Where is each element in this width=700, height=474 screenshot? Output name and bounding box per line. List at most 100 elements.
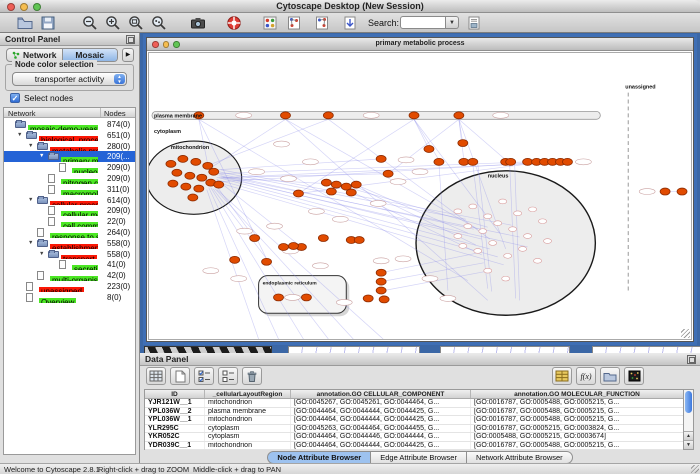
vizmapper-button[interactable] — [261, 14, 279, 32]
search-dropdown-button[interactable]: ▼ — [446, 16, 459, 29]
disclosure-triangle-icon[interactable]: ▼ — [39, 153, 44, 159]
table-row[interactable]: YDR039C__1mitochondrion[GO:0044464, GO:0… — [145, 442, 683, 451]
node-color-dropdown[interactable]: transporter activity ▲▼ — [12, 72, 127, 86]
scrollbar-thumb[interactable] — [685, 391, 692, 413]
tree-item-cellular-process[interactable]: ▼cellular process614(0) — [4, 195, 135, 206]
scroll-down-button[interactable]: ▼ — [684, 440, 693, 449]
graph-node[interactable] — [409, 112, 419, 119]
graph-label-node[interactable] — [308, 208, 324, 214]
graph-node[interactable] — [351, 181, 361, 188]
table-row[interactable]: YKR052Ccytoplasm[GO:0044464, GO:0044446,… — [145, 433, 683, 442]
graph-node-small[interactable] — [484, 214, 492, 219]
graph-node[interactable] — [379, 296, 389, 303]
graph-label-node[interactable] — [412, 169, 428, 175]
graph-node[interactable] — [323, 112, 333, 119]
layout-2-button[interactable] — [313, 14, 331, 32]
save-attributes-button[interactable] — [465, 14, 483, 32]
float-panel-icon[interactable] — [687, 355, 696, 364]
graph-node-small[interactable] — [454, 234, 462, 239]
graph-node-small[interactable] — [502, 276, 510, 281]
graph-node-small[interactable] — [454, 209, 462, 214]
graph-label-node[interactable] — [422, 276, 438, 282]
column-header-cellularlayoutregion[interactable]: _cellularLayoutRegion — [205, 390, 291, 398]
graph-node[interactable] — [459, 158, 469, 165]
zoom-selected-button[interactable] — [150, 14, 168, 32]
graph-node[interactable] — [354, 237, 364, 244]
column-header-annotation-go-molecular-function[interactable]: annotation.GO MOLECULAR_FUNCTION — [471, 390, 683, 398]
graph-node[interactable] — [281, 112, 291, 119]
graph-node[interactable] — [293, 190, 303, 197]
graph-label-node[interactable] — [363, 112, 379, 118]
tree-item-overview[interactable]: Overview8(0) — [4, 292, 135, 303]
graph-node[interactable] — [203, 162, 213, 169]
graph-node[interactable] — [376, 278, 386, 285]
graph-node-small[interactable] — [494, 221, 502, 226]
background-window[interactable] — [288, 346, 420, 353]
graph-edge[interactable] — [219, 162, 528, 174]
graph-label-node[interactable] — [575, 159, 591, 165]
graph-node[interactable] — [197, 174, 207, 181]
graph-node-small[interactable] — [504, 253, 512, 258]
help-button[interactable] — [225, 14, 243, 32]
graph-label-node[interactable] — [390, 179, 406, 185]
graph-node[interactable] — [250, 235, 260, 242]
graph-label-node[interactable] — [493, 112, 509, 118]
graph-label-node[interactable] — [302, 159, 318, 165]
snapshot-button[interactable] — [189, 14, 207, 32]
background-window[interactable] — [144, 346, 272, 353]
save-session-button[interactable] — [39, 14, 57, 32]
graph-node[interactable] — [168, 180, 178, 187]
disclosure-triangle-icon[interactable]: ▼ — [28, 143, 33, 149]
graph-label-node[interactable] — [203, 268, 219, 274]
graph-node[interactable] — [194, 185, 204, 192]
graph-node-small[interactable] — [474, 249, 482, 254]
graph-label-node[interactable] — [370, 200, 386, 206]
disclosure-triangle-icon[interactable]: ▼ — [28, 240, 33, 246]
background-window[interactable] — [592, 346, 700, 353]
zoom-fit-button[interactable] — [127, 14, 145, 32]
tree-item-nitrogen-compound[interactable]: nitrogen compound209(0) — [4, 173, 135, 184]
graph-node[interactable] — [346, 189, 356, 196]
graph-node[interactable] — [677, 188, 687, 195]
graph-edge[interactable] — [414, 119, 429, 149]
graph-node[interactable] — [262, 258, 272, 265]
nucleus-region[interactable] — [416, 171, 595, 315]
graph-node[interactable] — [191, 158, 201, 165]
graph-node-small[interactable] — [529, 207, 537, 212]
tree-item-secretion[interactable]: secretion41(0) — [4, 259, 135, 270]
graph-label-node[interactable] — [336, 299, 352, 305]
graph-label-node[interactable] — [639, 189, 655, 195]
disclosure-triangle-icon[interactable]: ▼ — [17, 132, 22, 138]
graph-node[interactable] — [424, 146, 434, 153]
graph-node[interactable] — [172, 169, 182, 176]
graph-label-node[interactable] — [237, 228, 253, 234]
graph-node[interactable] — [468, 158, 478, 165]
select-nodes-checkbox[interactable]: ✓ — [10, 93, 20, 103]
search-input[interactable] — [400, 16, 446, 29]
graph-node[interactable] — [318, 235, 328, 242]
graph-label-node[interactable] — [236, 112, 252, 118]
graph-label-node[interactable] — [274, 141, 290, 147]
graph-node-small[interactable] — [519, 247, 527, 252]
graph-node-small[interactable] — [514, 211, 522, 216]
table-row[interactable]: YPL036W__1mitochondrion[GO:0044464, GO:0… — [145, 416, 683, 425]
table-scrollbar[interactable]: ▲ ▼ — [683, 389, 694, 450]
graph-node-small[interactable] — [534, 258, 542, 263]
network-canvas[interactable]: plasma membranecytoplasmmitochondrionnuc… — [148, 52, 692, 340]
attribute-table[interactable]: ID_cellularLayoutRegionannotation.GO CEL… — [144, 389, 684, 450]
unselect-attributes-button[interactable] — [218, 367, 238, 385]
graph-node[interactable] — [321, 179, 331, 186]
graph-node-small[interactable] — [484, 268, 492, 273]
network-window-titlebar[interactable]: primary metabolic process — [147, 38, 693, 51]
graph-label-node[interactable] — [440, 295, 456, 301]
graph-node[interactable] — [523, 158, 533, 165]
scroll-up-button[interactable]: ▲ — [684, 431, 693, 440]
graph-node-small[interactable] — [524, 234, 532, 239]
disclosure-triangle-icon[interactable]: ▼ — [28, 197, 33, 203]
column-header-annotation-go-cellular-component[interactable]: annotation.GO CELLULAR_COMPONENT — [291, 390, 471, 398]
graph-node-small[interactable] — [499, 199, 507, 204]
graph-node[interactable] — [458, 140, 468, 147]
graph-edge[interactable] — [219, 172, 466, 220]
graph-label-node[interactable] — [267, 223, 283, 229]
graph-node[interactable] — [185, 172, 195, 179]
